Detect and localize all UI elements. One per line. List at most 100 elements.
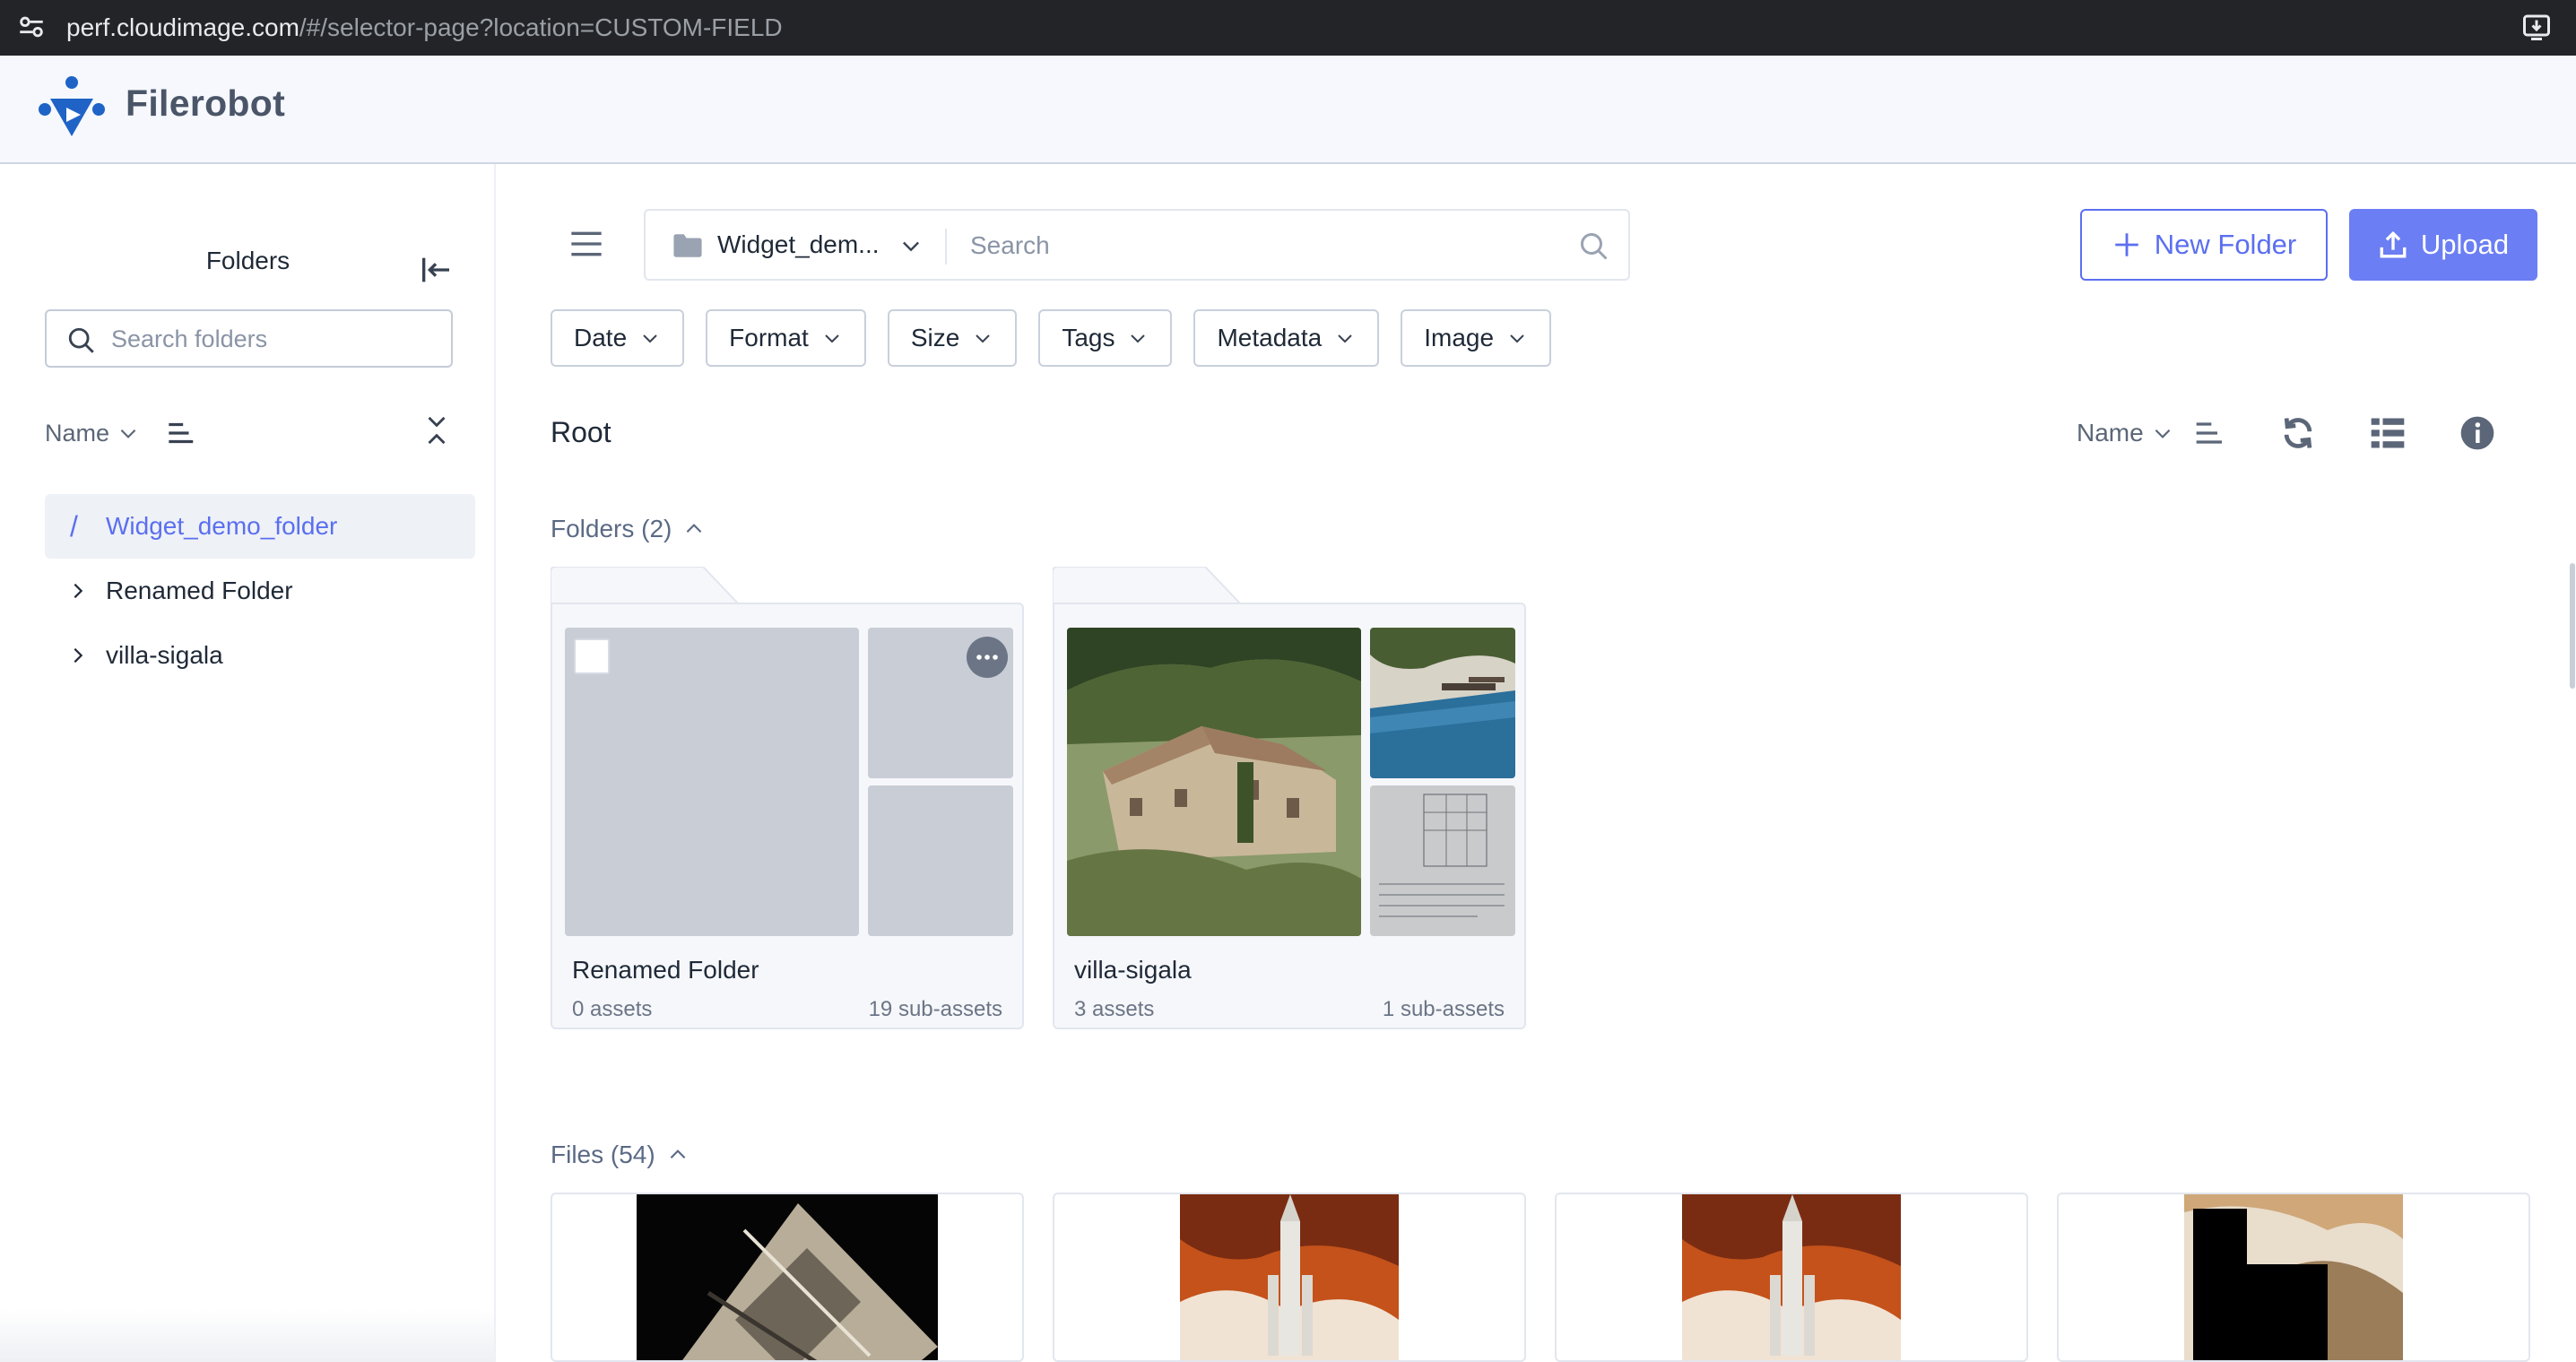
filter-tags[interactable]: Tags — [1038, 309, 1173, 367]
filter-format[interactable]: Format — [706, 309, 866, 367]
chevron-down-icon — [643, 334, 657, 343]
search-icon[interactable] — [1578, 230, 1610, 263]
url-path: /#/selector-page?location=CUSTOM-FIELD — [299, 13, 783, 41]
list-view-icon[interactable] — [2368, 413, 2407, 453]
brand-name: Filerobot — [126, 82, 286, 124]
tree-item-label: Widget_demo_folder — [106, 512, 338, 540]
folder-card-body: Renamed Folder 0 assets 19 sub-assets — [551, 603, 1024, 1029]
chevron-right-icon[interactable] — [68, 643, 106, 668]
chevron-down-icon[interactable] — [2151, 421, 2174, 445]
filter-label: Size — [910, 324, 960, 351]
folder-card-body: villa-sigala 3 assets 1 sub-assets — [1053, 603, 1526, 1029]
browser-address-bar: perf.cloudimage.com/#/selector-page?loca… — [0, 0, 2576, 56]
file-thumbnail — [1682, 1194, 1901, 1360]
filter-image[interactable]: Image — [1401, 309, 1552, 367]
folder-tab — [1053, 567, 1241, 604]
folders-sidebar: Folders Name / Widget_demo_folder Rename… — [0, 164, 496, 1362]
files-section-toggle[interactable]: Files (54) — [551, 1141, 690, 1169]
main-sort-label[interactable]: Name — [2077, 419, 2144, 447]
tune-icon[interactable] — [16, 12, 47, 42]
scrollbar-thumb[interactable] — [2570, 563, 2575, 689]
villa-photo-thumbnail — [1067, 628, 1361, 936]
sidebar-sort[interactable]: Name — [45, 413, 197, 453]
chevron-up-icon — [687, 524, 702, 534]
file-thumbnail — [2184, 1194, 2403, 1360]
root-slash: / — [70, 509, 78, 542]
folder-card-renamed-folder[interactable]: Renamed Folder 0 assets 19 sub-assets — [551, 567, 1024, 1029]
info-icon[interactable] — [2458, 413, 2497, 453]
filter-metadata[interactable]: Metadata — [1193, 309, 1380, 367]
collapse-all-icon[interactable] — [421, 412, 452, 448]
select-checkbox[interactable] — [574, 638, 610, 674]
filter-label: Metadata — [1217, 324, 1323, 351]
search-input[interactable] — [970, 227, 1544, 265]
app-header: Filerobot — [0, 56, 2576, 164]
chevron-down-icon — [120, 429, 136, 438]
folder-thumbnail-placeholder — [565, 628, 859, 936]
filter-size[interactable]: Size — [887, 309, 1018, 367]
collapse-sidebar-icon[interactable] — [418, 252, 454, 288]
tree-item-label: Renamed Folder — [106, 577, 293, 604]
folder-subasset-count: 1 sub-assets — [1382, 997, 1505, 1021]
folder-icon — [673, 234, 702, 257]
filerobot-logo-icon — [39, 76, 105, 136]
folder-thumbnail-placeholder — [868, 785, 1013, 936]
folder-asset-count: 3 assets — [1074, 997, 1155, 1021]
file-thumbnail — [637, 1194, 938, 1360]
folder-card-villa-sigala[interactable]: villa-sigala 3 assets 1 sub-assets — [1053, 567, 1526, 1029]
search-icon — [68, 327, 94, 353]
chevron-down-icon — [1510, 334, 1524, 343]
upload-label: Upload — [2420, 229, 2510, 260]
chevron-up-icon — [670, 1149, 686, 1159]
files-heading: Files (54) — [551, 1141, 655, 1168]
filter-label: Date — [574, 324, 628, 351]
url-host: perf.cloudimage.com — [66, 13, 299, 41]
filter-label: Format — [729, 324, 809, 351]
chevron-right-icon[interactable] — [68, 578, 106, 603]
chevron-down-icon — [976, 334, 991, 343]
folder-name: villa-sigala — [1074, 956, 1192, 984]
refresh-icon[interactable] — [2278, 413, 2318, 453]
filter-label: Tags — [1062, 324, 1115, 351]
chevron-down-icon[interactable] — [898, 233, 924, 258]
file-card[interactable] — [1053, 1193, 1526, 1362]
tree-item-widget-demo-folder[interactable]: / Widget_demo_folder — [45, 494, 475, 559]
upload-button[interactable]: Upload — [2349, 209, 2537, 281]
filter-label: Image — [1424, 324, 1495, 351]
tree-item-renamed-folder[interactable]: Renamed Folder — [45, 559, 475, 623]
filter-date[interactable]: Date — [551, 309, 685, 367]
folder-asset-count: 0 assets — [572, 997, 653, 1021]
file-card[interactable] — [551, 1193, 1024, 1362]
url-text[interactable]: perf.cloudimage.com/#/selector-page?loca… — [66, 13, 783, 43]
chevron-down-icon — [825, 334, 839, 343]
new-folder-button[interactable]: New Folder — [2080, 209, 2328, 281]
search-folders-input[interactable] — [111, 320, 434, 358]
path-dropdown[interactable]: Widget_dem... — [717, 230, 880, 259]
view-tools: Name — [2077, 411, 2497, 455]
pool-photo-thumbnail — [1370, 628, 1515, 778]
file-card[interactable] — [2057, 1193, 2530, 1362]
chevron-down-icon — [1131, 334, 1146, 343]
hamburger-icon[interactable] — [568, 229, 604, 259]
sidebar-sort-label: Name — [45, 419, 110, 447]
divider — [945, 229, 947, 265]
search-folders-field[interactable] — [45, 309, 453, 368]
folders-section-toggle[interactable]: Folders (2) — [551, 515, 706, 543]
sort-order-icon[interactable] — [2190, 415, 2226, 451]
more-options-icon[interactable] — [967, 637, 1008, 678]
install-app-icon[interactable] — [2520, 11, 2553, 43]
sidebar-bottom-shadow — [0, 1309, 496, 1362]
folder-subasset-count: 19 sub-assets — [868, 997, 1002, 1021]
new-folder-label: New Folder — [2154, 229, 2297, 260]
sort-order-icon[interactable] — [163, 416, 197, 450]
file-card[interactable] — [1555, 1193, 2028, 1362]
folder-name: Renamed Folder — [572, 956, 759, 984]
path-search-bar: Widget_dem... — [644, 209, 1630, 281]
folders-heading: Folders (2) — [551, 515, 672, 542]
folder-tab — [551, 567, 739, 604]
document-photo-thumbnail — [1370, 785, 1515, 936]
chevron-down-icon — [1338, 334, 1352, 343]
tree-item-villa-sigala[interactable]: villa-sigala — [45, 623, 475, 688]
tree-item-label: villa-sigala — [106, 641, 223, 669]
current-location: Root — [551, 416, 611, 448]
